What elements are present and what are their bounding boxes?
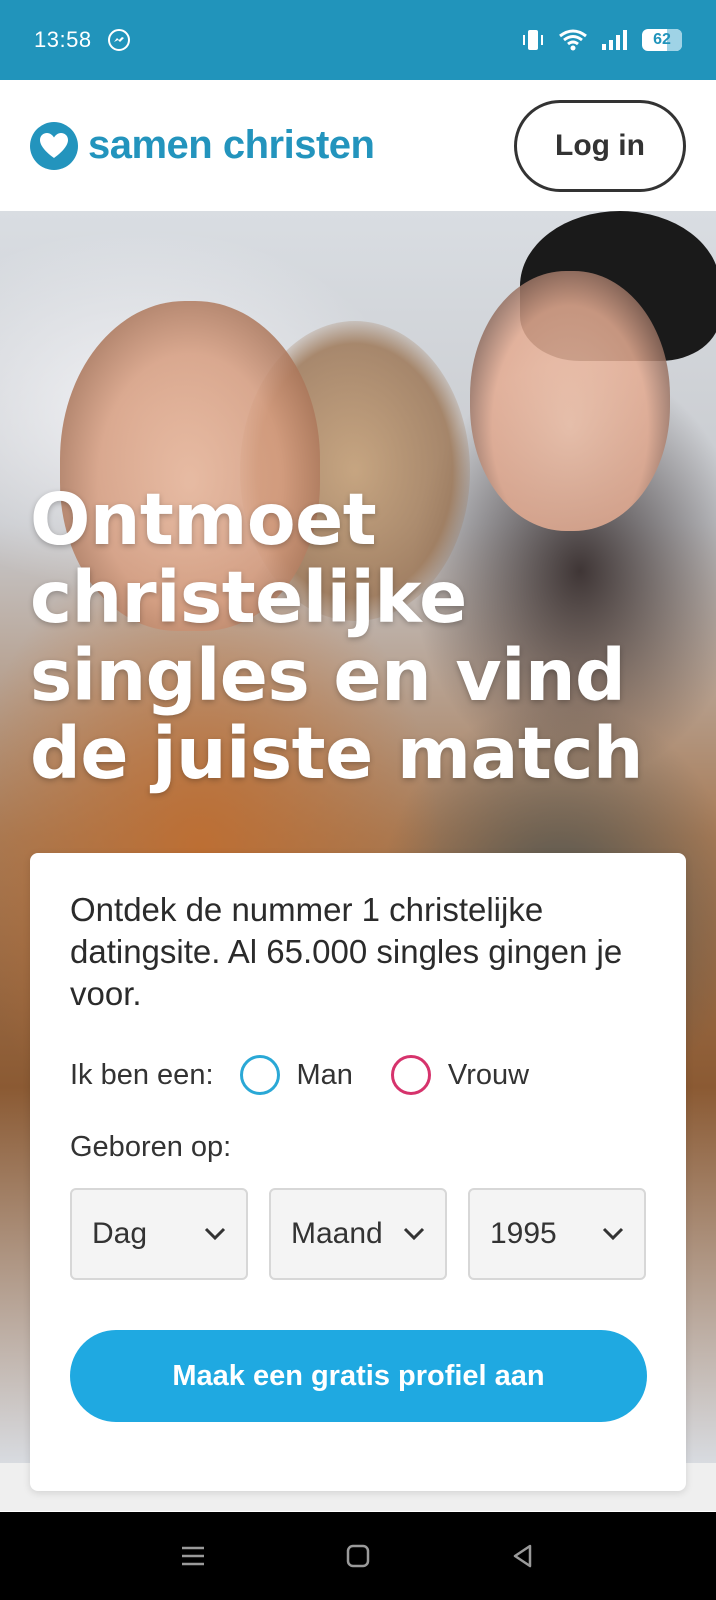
radio-vrouw[interactable]: Vrouw	[390, 1055, 530, 1095]
signal-icon	[600, 28, 630, 52]
month-select-value: Maand	[291, 1217, 383, 1250]
site-logo[interactable]: samen christen	[30, 121, 375, 170]
back-icon[interactable]	[503, 1536, 543, 1576]
status-time: 13:58	[34, 27, 92, 52]
radio-man-circle[interactable]	[239, 1055, 280, 1095]
card-intro: Ontdek de nummer 1 christelijke datingsi…	[70, 891, 623, 1012]
born-label: Geboren op:	[70, 1131, 232, 1163]
battery-level: 62	[653, 31, 671, 48]
vibrate-icon	[520, 27, 546, 53]
month-select[interactable]: Maand	[269, 1188, 447, 1280]
radio-vrouw-circle[interactable]	[390, 1055, 431, 1095]
system-nav-bar	[0, 1512, 716, 1600]
birthdate-selects: Dag Maand 1995	[70, 1188, 646, 1280]
radio-vrouw-label: Vrouw	[447, 1058, 530, 1091]
home-icon[interactable]	[338, 1536, 378, 1576]
day-select[interactable]: Dag	[70, 1188, 248, 1280]
chevron-down-icon	[403, 1227, 425, 1241]
messenger-icon	[107, 29, 130, 51]
year-select-value: 1995	[490, 1217, 557, 1250]
radio-man-label: Man	[296, 1058, 353, 1091]
login-button[interactable]: Log in	[514, 99, 686, 192]
chevron-down-icon	[204, 1227, 226, 1241]
year-select[interactable]: 1995	[468, 1188, 646, 1280]
status-bar: 13:58 62	[0, 0, 716, 80]
wifi-icon	[558, 28, 588, 52]
radio-man[interactable]: Man	[239, 1055, 353, 1095]
heart-logo-icon	[30, 121, 78, 170]
create-profile-button[interactable]: Maak een gratis profiel aan	[70, 1330, 647, 1422]
gender-row: Ik ben een: Man Vrouw	[70, 1055, 646, 1095]
logo-text: samen christen	[88, 123, 375, 167]
battery-icon: 62	[642, 29, 682, 51]
hero-title: Ontmoet christelijke singles en vind de …	[30, 478, 643, 795]
site-header: samen christen Log in	[0, 80, 716, 211]
chevron-down-icon	[602, 1227, 624, 1241]
day-select-value: Dag	[92, 1217, 148, 1250]
menu-icon[interactable]	[173, 1536, 213, 1576]
signup-card: Ontdek de nummer 1 christelijke datingsi…	[30, 853, 686, 1491]
gender-label: Ik ben een:	[70, 1058, 214, 1091]
